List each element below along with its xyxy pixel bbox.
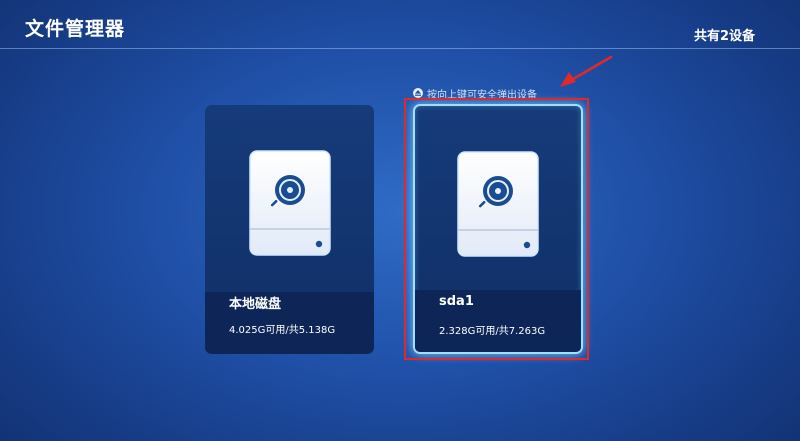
device-count-label: 共有2设备 [693,29,755,44]
eject-icon [413,88,423,98]
device-name: 本地磁盘 [229,297,282,312]
hard-disk-icon [247,149,333,263]
header-divider [0,48,800,49]
page-title: 文件管理器 [25,18,126,40]
annotation-highlight-frame [404,98,589,360]
device-card-local-disk[interactable]: 本地磁盘 4.025G可用/共5.138G [205,105,374,354]
header-bar: 文件管理器 共有2设备 [0,0,800,50]
device-capacity: 4.025G可用/共5.138G [229,325,336,336]
annotation-arrow-icon [556,54,614,94]
